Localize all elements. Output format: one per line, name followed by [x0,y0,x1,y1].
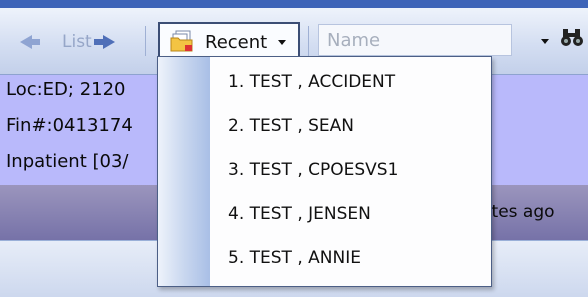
recent-menu-item-label: 4. TEST , JENSEN [228,204,371,224]
recent-menu-item-label: 5. TEST , ANNIE [228,248,361,268]
recent-button[interactable]: Recent [158,22,300,60]
patient-encounter-type: Inpatient [03/ [6,151,129,172]
binoculars-icon[interactable] [560,26,588,50]
toolbar-separator-2 [308,26,309,56]
back-arrow-tail [30,39,40,45]
window-top-border [0,0,588,8]
name-dropdown-chevron-icon[interactable] [541,39,549,44]
menu-icon-gutter [158,57,210,286]
recent-menu-item[interactable]: 3. TEST , CPOESVS1 [210,149,491,193]
recent-menu-item[interactable]: 4. TEST , JENSEN [210,193,491,237]
patient-fin-number: Fin#:0413174 [6,115,133,136]
recent-menu-item[interactable]: 2. TEST , SEAN [210,105,491,149]
list-button-label[interactable]: List [62,32,92,52]
chevron-down-icon [278,40,286,45]
forward-arrow-icon[interactable] [103,35,115,49]
patient-location: Loc:ED; 2120 [6,79,126,100]
recent-menu-item-label: 2. TEST , SEAN [228,116,355,136]
recent-menu-item-label: 1. TEST , ACCIDENT [228,72,396,92]
toolbar-separator [145,26,146,56]
name-search-input[interactable] [318,24,512,56]
recent-menu-item[interactable]: 1. TEST , ACCIDENT [210,61,491,105]
recent-menu-item[interactable]: 5. TEST , ANNIE [210,237,491,281]
recent-button-label: Recent [205,32,268,53]
recent-folder-icon [170,30,193,52]
recent-menu-item-label: 3. TEST , CPOESVS1 [228,160,399,180]
recent-dropdown-menu: 1. TEST , ACCIDENT 2. TEST , SEAN 3. TES… [157,56,492,287]
